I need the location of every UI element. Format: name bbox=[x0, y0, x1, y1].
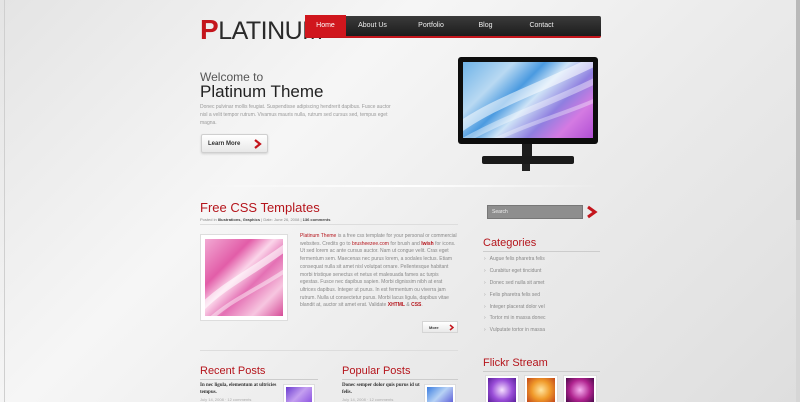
post-comments-link[interactable]: 136 comments bbox=[303, 217, 331, 222]
validate-xhtml-link[interactable]: XHTML bbox=[388, 302, 405, 308]
chevron-right-icon: › bbox=[484, 268, 486, 275]
monitor-screen bbox=[463, 62, 593, 138]
category-label: Integer placerat dolor vel bbox=[489, 303, 545, 310]
category-label: Curabitur eget tincidunt bbox=[489, 268, 542, 275]
category-item[interactable]: › Donec sed nulla sit amet bbox=[483, 278, 600, 290]
monitor-base bbox=[482, 156, 574, 164]
scrollbar-thumb[interactable] bbox=[796, 0, 800, 220]
post-meta-prefix: Posted in bbox=[200, 217, 217, 222]
page-border bbox=[4, 0, 5, 402]
chevron-right-icon: › bbox=[484, 327, 486, 334]
post-title[interactable]: Free CSS Templates bbox=[200, 200, 320, 215]
category-item[interactable]: › Augue felis pharetra felis bbox=[483, 254, 600, 266]
credit-link-iwish[interactable]: Iwish bbox=[421, 241, 434, 247]
monitor-foot bbox=[522, 164, 530, 171]
category-label: Tortor mi in massa donec bbox=[489, 315, 546, 322]
category-item[interactable]: › Tortor mi in massa donec bbox=[483, 313, 600, 325]
hero-title: Platinum Theme bbox=[200, 82, 324, 101]
post-body-link[interactable]: Platinum Theme bbox=[300, 233, 336, 239]
more-label: More bbox=[429, 324, 439, 330]
recent-post-thumbnail[interactable] bbox=[283, 384, 315, 402]
recent-post-title[interactable]: In nec ligula, elementum at ultricies te… bbox=[200, 382, 280, 396]
post-bottom-divider bbox=[200, 350, 458, 351]
flickr-photo[interactable] bbox=[524, 375, 558, 402]
category-label: Augue felis pharetra felis bbox=[489, 256, 545, 263]
post-body-text-2: for brush and bbox=[388, 240, 422, 247]
chevron-right-icon: › bbox=[484, 291, 486, 298]
flickr-photo[interactable] bbox=[563, 375, 597, 402]
chevron-right-icon: › bbox=[484, 315, 486, 322]
post-body-end: . bbox=[421, 302, 423, 309]
chevron-right-icon: › bbox=[484, 256, 486, 263]
search-submit-icon[interactable] bbox=[586, 205, 598, 224]
learn-more-button[interactable]: Learn More bbox=[201, 134, 268, 153]
category-label: Vulputate tortor in massa bbox=[489, 327, 546, 334]
nav-contact[interactable]: Contact bbox=[508, 15, 575, 37]
recent-post-meta: July 14, 2008 · 12 comments bbox=[200, 397, 252, 402]
post-meta: Posted in Illustrations, Graphics | Date… bbox=[200, 217, 330, 222]
popular-post-title[interactable]: Donec semper dolor quis purus id ut feli… bbox=[342, 382, 422, 396]
main-nav: Home About Us Portfolio Blog Contact bbox=[305, 15, 601, 38]
chevron-right-icon bbox=[254, 139, 262, 151]
popular-post-thumbnail[interactable] bbox=[424, 384, 456, 402]
learn-more-label: Learn More bbox=[208, 140, 241, 147]
category-label: Felis pharetra felis sed bbox=[489, 291, 540, 298]
flickr-stream-title: Flickr Stream bbox=[483, 357, 548, 369]
validate-css-link[interactable]: CSS bbox=[411, 302, 421, 308]
category-item[interactable]: › Felis pharetra felis sed bbox=[483, 289, 600, 301]
category-label: Donec sed nulla sit amet bbox=[489, 279, 545, 286]
nav-about-us[interactable]: About Us bbox=[346, 15, 399, 37]
credit-link-brusheezee[interactable]: brusheezee.com bbox=[352, 241, 389, 247]
chevron-right-icon: › bbox=[484, 303, 486, 310]
nav-portfolio[interactable]: Portfolio bbox=[399, 15, 463, 37]
post-body: Platinum Theme is a free css template fo… bbox=[300, 233, 458, 310]
post-image-art bbox=[197, 239, 297, 326]
search-input[interactable]: Search bbox=[487, 205, 583, 219]
recent-posts-title: Recent Posts bbox=[200, 365, 266, 377]
hero-divider bbox=[200, 185, 600, 187]
categories-title: Categories bbox=[483, 237, 537, 249]
post-date: | Date: June 26, 2008 | bbox=[261, 217, 302, 222]
popular-post-meta: July 14, 2008 · 12 comments bbox=[342, 397, 394, 402]
more-button[interactable]: More bbox=[422, 321, 458, 333]
category-item[interactable]: › Vulputate tortor in massa bbox=[483, 325, 600, 337]
chevron-right-icon: › bbox=[484, 279, 486, 286]
flickr-divider bbox=[483, 371, 600, 372]
post-divider bbox=[200, 224, 458, 225]
category-item[interactable]: › Curabitur eget tincidunt bbox=[483, 266, 600, 278]
flickr-photo[interactable] bbox=[485, 375, 519, 402]
categories-divider bbox=[483, 251, 600, 252]
logo-first-letter: P bbox=[200, 14, 219, 45]
hero-text: Donec pulvinar mollis feugiat. Suspendis… bbox=[200, 104, 391, 126]
post-body-text-3: for icons. Ut sed lorem ac ante cursus a… bbox=[300, 240, 456, 309]
recent-posts-divider bbox=[200, 379, 318, 380]
categories-list: › Augue felis pharetra felis › Curabitur e… bbox=[483, 254, 600, 337]
chevron-right-icon bbox=[449, 324, 455, 332]
monitor-image bbox=[458, 57, 598, 144]
nav-home[interactable]: Home bbox=[305, 15, 346, 37]
popular-posts-divider bbox=[342, 379, 458, 380]
post-image bbox=[197, 234, 297, 326]
category-item[interactable]: › Integer placerat dolor vel bbox=[483, 301, 600, 313]
nav-blog[interactable]: Blog bbox=[463, 15, 508, 37]
popular-posts-title: Popular Posts bbox=[342, 365, 411, 377]
post-categories[interactable]: Illustrations, Graphics bbox=[218, 217, 260, 222]
